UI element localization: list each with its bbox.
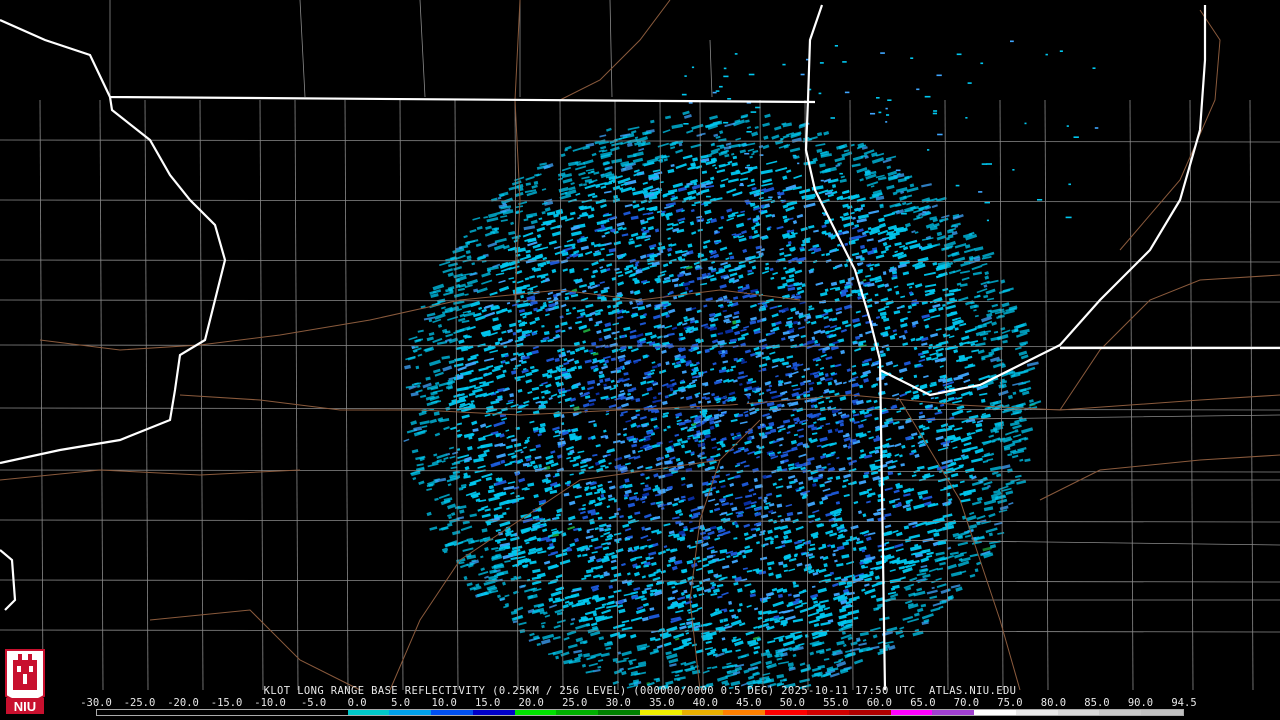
echo-cell xyxy=(661,628,666,633)
echo-cell xyxy=(852,547,857,552)
echo-cell xyxy=(693,181,698,186)
echo-cell xyxy=(809,387,814,391)
echo-cell xyxy=(974,568,979,573)
echo-cell xyxy=(882,271,887,276)
echo-cell xyxy=(861,548,866,553)
echo-cell xyxy=(732,320,737,325)
echo-cell xyxy=(859,333,863,338)
echo-cell xyxy=(502,202,507,206)
radar-map xyxy=(0,0,1280,720)
echo-cell xyxy=(630,290,634,295)
echo-cell xyxy=(982,336,987,341)
echo-cell xyxy=(748,235,753,240)
echo-cell xyxy=(824,373,829,377)
echo-cell xyxy=(719,619,724,624)
echo-cell xyxy=(415,365,420,370)
echo-cell xyxy=(538,464,542,468)
echo-cell xyxy=(565,308,570,312)
echo-cell xyxy=(869,266,874,271)
echo-cell xyxy=(895,290,900,295)
echo-cell xyxy=(593,423,598,428)
echo-cell xyxy=(832,184,837,188)
echo-cell xyxy=(913,374,918,379)
